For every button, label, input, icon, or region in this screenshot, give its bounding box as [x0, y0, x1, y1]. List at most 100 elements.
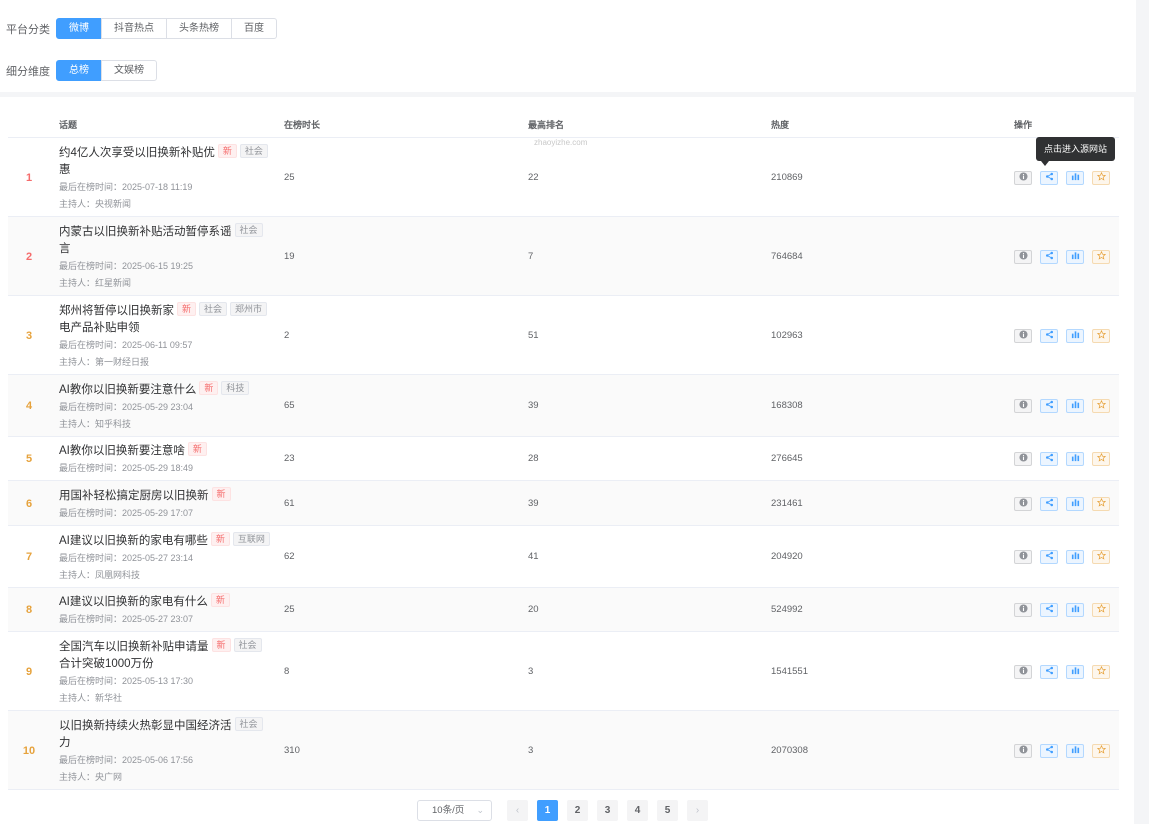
- topic-title-text[interactable]: 内蒙古以旧换新补贴活动暂停系谣: [59, 226, 232, 238]
- trend-chart-button[interactable]: [1066, 550, 1084, 564]
- topic-title-line[interactable]: AI教你以旧换新要注意啥新: [59, 442, 274, 460]
- platform-weibo-button[interactable]: 微博: [56, 18, 102, 39]
- duration-cell: 2: [284, 330, 290, 341]
- topic-title-line[interactable]: 全国汽车以旧换新补贴申请量新社会: [59, 638, 274, 656]
- next-page-button[interactable]: ›: [687, 800, 708, 821]
- row-actions: [1014, 665, 1110, 679]
- topic-title-text[interactable]: 言: [59, 243, 71, 255]
- topic-title-text[interactable]: AI教你以旧换新要注意啥: [59, 445, 185, 457]
- detail-button[interactable]: [1014, 399, 1032, 413]
- favorite-button[interactable]: [1092, 250, 1110, 264]
- source-link-button[interactable]: [1040, 665, 1058, 679]
- source-link-button[interactable]: [1040, 452, 1058, 466]
- page-button-3[interactable]: 3: [597, 800, 618, 821]
- platform-toutiao-button[interactable]: 头条热榜: [166, 18, 232, 39]
- favorite-button[interactable]: [1092, 665, 1110, 679]
- best-rank-cell: 7: [528, 251, 534, 262]
- favorite-button[interactable]: [1092, 171, 1110, 185]
- topic-title-line[interactable]: 郑州将暂停以旧换新家新社会 郑州市: [59, 302, 274, 320]
- rank-number: 4: [25, 400, 33, 412]
- detail-button[interactable]: [1014, 744, 1032, 758]
- trend-chart-button[interactable]: [1066, 250, 1084, 264]
- pagination: 10条/页 ⌄ ‹ 1 2 3 4 5 ›: [0, 800, 1134, 822]
- trend-chart-button[interactable]: [1066, 603, 1084, 617]
- source-link-button[interactable]: [1040, 744, 1058, 758]
- source-link-button[interactable]: [1040, 171, 1058, 185]
- topic-title-line[interactable]: 言: [59, 241, 274, 258]
- trend-chart-button[interactable]: [1066, 497, 1084, 511]
- detail-button[interactable]: [1014, 452, 1032, 466]
- source-link-button[interactable]: [1040, 399, 1058, 413]
- topic-title-text[interactable]: AI教你以旧换新要注意什么: [59, 384, 196, 396]
- detail-button[interactable]: [1014, 550, 1032, 564]
- topic-title-text[interactable]: AI建议以旧换新的家电有哪些: [59, 535, 208, 547]
- favorite-button[interactable]: [1092, 399, 1110, 413]
- header-topic: 话题: [59, 120, 78, 130]
- topic-title-text[interactable]: 全国汽车以旧换新补贴申请量: [59, 641, 209, 653]
- page-button-2[interactable]: 2: [567, 800, 588, 821]
- prev-page-button[interactable]: ‹: [507, 800, 528, 821]
- topic-title-line[interactable]: 电产品补贴申领: [59, 320, 274, 337]
- dimension-overall-button[interactable]: 总榜: [56, 60, 102, 81]
- page-button-1[interactable]: 1: [537, 800, 558, 821]
- trend-chart-button[interactable]: [1066, 329, 1084, 343]
- favorite-button[interactable]: [1092, 603, 1110, 617]
- bar-chart-icon: [1071, 745, 1080, 757]
- heat-cell: 210869: [771, 172, 803, 183]
- share-icon: [1045, 604, 1054, 616]
- topic-title-text[interactable]: 郑州将暂停以旧换新家: [59, 305, 174, 317]
- topic-title-line[interactable]: 惠: [59, 162, 274, 179]
- page-button-4[interactable]: 4: [627, 800, 648, 821]
- detail-button[interactable]: [1014, 665, 1032, 679]
- page-button-5[interactable]: 5: [657, 800, 678, 821]
- favorite-button[interactable]: [1092, 452, 1110, 466]
- topic-title-line[interactable]: 约4亿人次享受以旧换新补贴优新社会: [59, 144, 274, 162]
- topic-title-text[interactable]: 力: [59, 737, 71, 749]
- topic-title-line[interactable]: 以旧换新持续火热彰显中国经济活 社会: [59, 717, 274, 735]
- last-on-list-time: 最后在榜时间：2025-05-27 23:14: [59, 553, 194, 563]
- new-tag: 新: [210, 532, 230, 546]
- source-link-button[interactable]: [1040, 603, 1058, 617]
- header-actions: 操作: [1014, 120, 1033, 130]
- topic-title-text[interactable]: 以旧换新持续火热彰显中国经济活: [59, 720, 232, 732]
- trend-chart-button[interactable]: [1066, 744, 1084, 758]
- detail-button[interactable]: [1014, 250, 1032, 264]
- trend-chart-button[interactable]: [1066, 171, 1084, 185]
- topic-title-text[interactable]: 合计突破1000万份: [59, 658, 154, 670]
- topic-title-line[interactable]: 力: [59, 735, 274, 752]
- topic-title-line[interactable]: 合计突破1000万份: [59, 656, 274, 673]
- source-link-button[interactable]: [1040, 250, 1058, 264]
- new-tag: 新: [217, 144, 237, 158]
- best-rank-cell: 39: [528, 400, 539, 411]
- favorite-button[interactable]: [1092, 550, 1110, 564]
- favorite-button[interactable]: [1092, 329, 1110, 343]
- topic-title-line[interactable]: AI教你以旧换新要注意什么新科技: [59, 381, 274, 399]
- source-link-button[interactable]: [1040, 550, 1058, 564]
- topic-title-text[interactable]: 惠: [59, 164, 71, 176]
- favorite-button[interactable]: [1092, 744, 1110, 758]
- source-link-button[interactable]: [1040, 329, 1058, 343]
- detail-button[interactable]: [1014, 497, 1032, 511]
- topic-title-line[interactable]: 用国补轻松搞定厨房以旧换新新: [59, 487, 274, 505]
- topic-title-line[interactable]: 内蒙古以旧换新补贴活动暂停系谣 社会: [59, 223, 274, 241]
- platform-baidu-button[interactable]: 百度: [231, 18, 277, 39]
- detail-button[interactable]: [1014, 329, 1032, 343]
- topic-title-text[interactable]: AI建议以旧换新的家电有什么: [59, 596, 208, 608]
- platform-douyin-button[interactable]: 抖音热点: [101, 18, 167, 39]
- topic-title-line[interactable]: AI建议以旧换新的家电有哪些新互联网: [59, 532, 274, 550]
- favorite-button[interactable]: [1092, 497, 1110, 511]
- detail-button[interactable]: [1014, 171, 1032, 185]
- source-link-button[interactable]: [1040, 497, 1058, 511]
- detail-button[interactable]: [1014, 603, 1032, 617]
- topic-title-text[interactable]: 电产品补贴申领: [59, 322, 140, 334]
- dimension-entertainment-button[interactable]: 文娱榜: [101, 60, 157, 81]
- trend-chart-button[interactable]: [1066, 665, 1084, 679]
- topic-title-text[interactable]: 用国补轻松搞定厨房以旧换新: [59, 490, 209, 502]
- topic-title-text[interactable]: 约4亿人次享受以旧换新补贴优: [59, 147, 215, 159]
- topic-cell: AI建议以旧换新的家电有哪些新互联网最后在榜时间：2025-05-27 23:1…: [59, 532, 274, 584]
- topic-title-line[interactable]: AI建议以旧换新的家电有什么新: [59, 593, 274, 611]
- page-size-select[interactable]: 10条/页 ⌄: [417, 800, 492, 821]
- bar-chart-icon: [1071, 172, 1080, 184]
- trend-chart-button[interactable]: [1066, 399, 1084, 413]
- trend-chart-button[interactable]: [1066, 452, 1084, 466]
